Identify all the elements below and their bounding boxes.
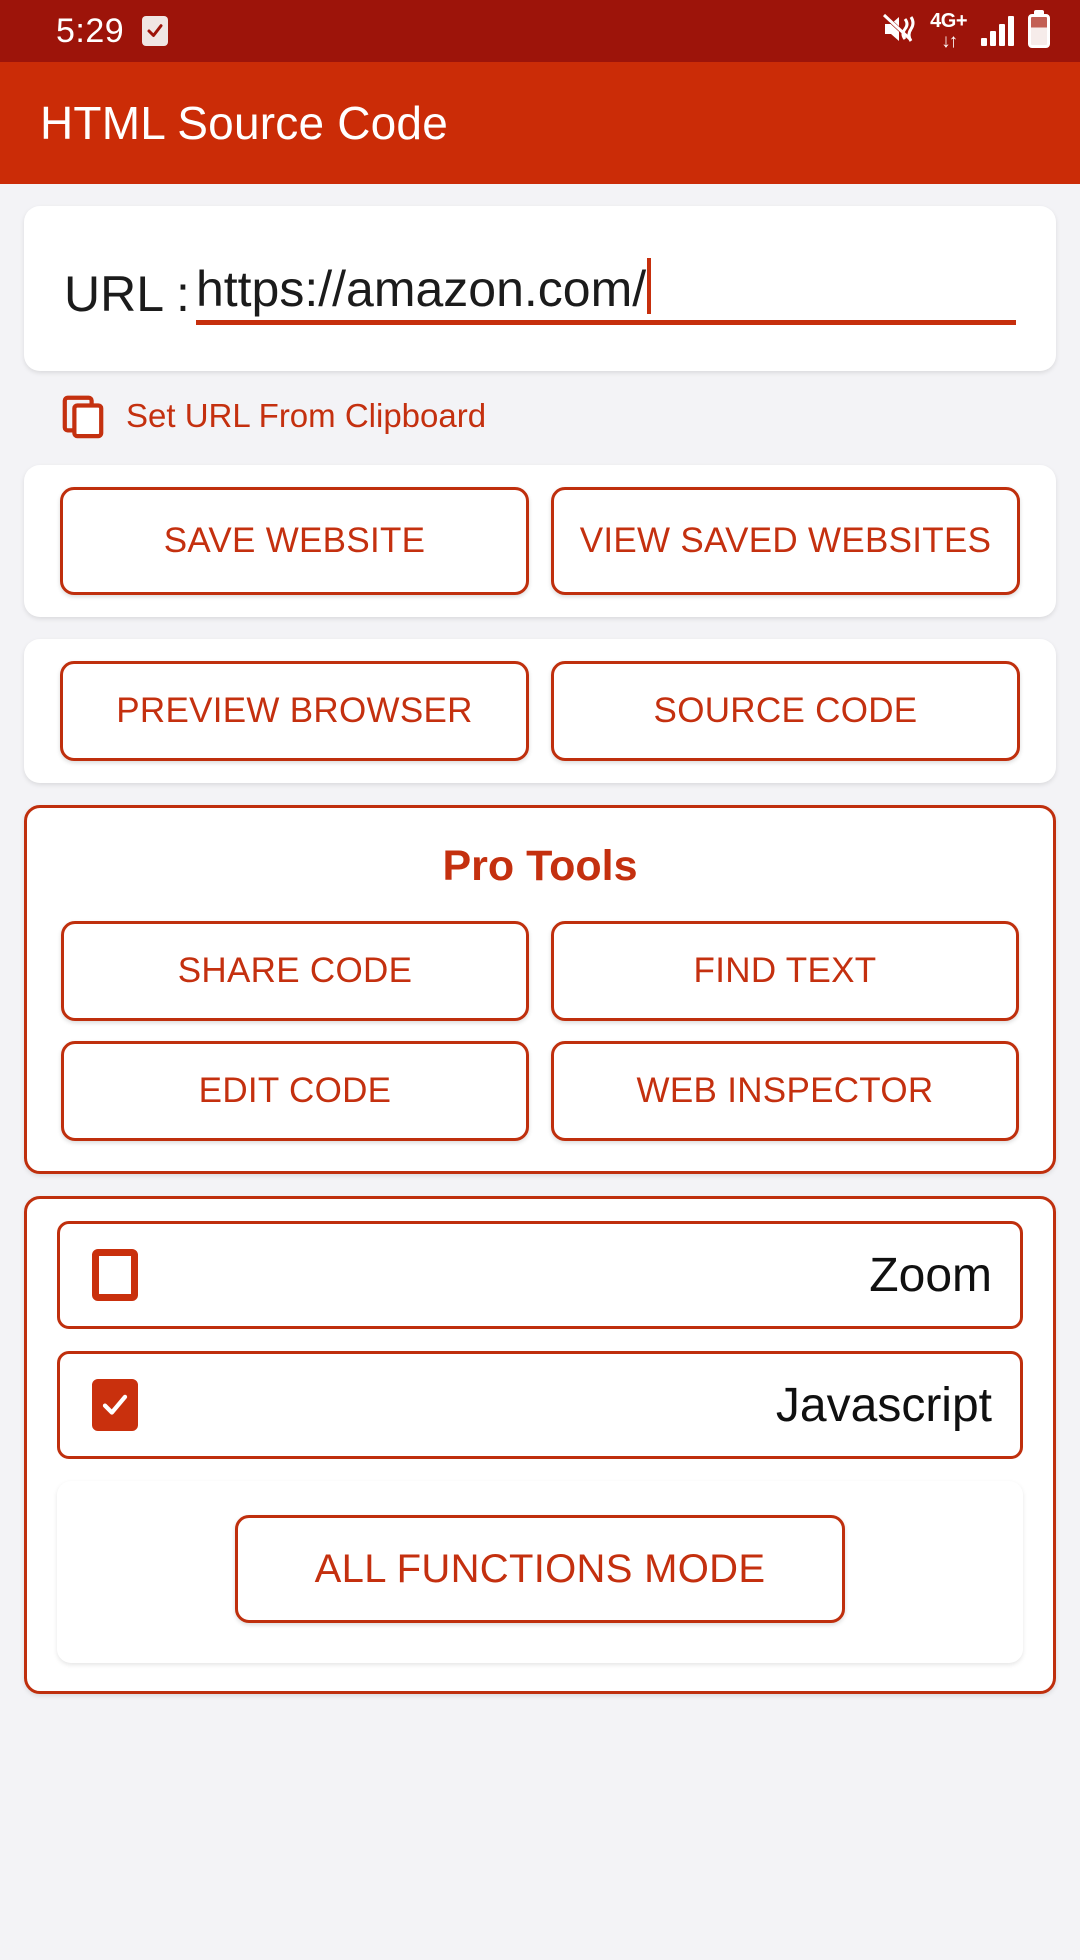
zoom-checkbox-label: Zoom: [869, 1248, 992, 1302]
primary-actions-row: SAVE WEBSITE VIEW SAVED WEBSITES: [60, 487, 1020, 595]
find-text-button[interactable]: FIND TEXT: [551, 921, 1019, 1021]
status-bar: 5:29 4G+ ↓↑: [0, 0, 1080, 62]
javascript-checkbox[interactable]: [92, 1379, 138, 1431]
vibrate-mute-icon: [882, 13, 916, 50]
all-functions-mode-wrap: ALL FUNCTIONS MODE: [57, 1481, 1023, 1663]
status-bar-right: 4G+ ↓↑: [882, 11, 1050, 51]
edit-code-button[interactable]: EDIT CODE: [61, 1041, 529, 1141]
secondary-actions-row: PREVIEW BROWSER SOURCE CODE: [60, 661, 1020, 761]
save-website-button[interactable]: SAVE WEBSITE: [60, 487, 529, 595]
checkbox-tasks-icon: [142, 16, 169, 46]
pro-tools-row-2: EDIT CODE WEB INSPECTOR: [61, 1041, 1019, 1141]
network-type-indicator: 4G+ ↓↑: [930, 11, 967, 51]
set-url-from-clipboard-button[interactable]: Set URL From Clipboard: [60, 393, 1056, 439]
pro-tools-grid: SHARE CODE FIND TEXT EDIT CODE WEB INSPE…: [61, 921, 1019, 1141]
javascript-checkbox-label: Javascript: [775, 1378, 992, 1432]
url-input-value: https://amazon.com/: [195, 261, 647, 317]
network-type-label: 4G+: [930, 10, 967, 32]
url-label: URL :: [64, 266, 190, 322]
set-url-from-clipboard-label: Set URL From Clipboard: [126, 397, 487, 434]
pro-tools-row-1: SHARE CODE FIND TEXT: [61, 921, 1019, 1021]
source-code-button[interactable]: SOURCE CODE: [551, 661, 1020, 761]
url-input[interactable]: https://amazon.com/: [195, 250, 1016, 325]
battery-icon: [1028, 14, 1050, 48]
app-bar: HTML Source Code: [0, 62, 1080, 184]
all-functions-mode-button[interactable]: ALL FUNCTIONS MODE: [235, 1515, 845, 1623]
copy-clipboard-icon: [60, 393, 106, 439]
status-time: 5:29: [56, 11, 125, 50]
pro-tools-title: Pro Tools: [442, 842, 638, 890]
view-saved-websites-button[interactable]: VIEW SAVED WEBSITES: [551, 487, 1020, 595]
url-row: URL : https://amazon.com/: [64, 250, 1016, 325]
secondary-actions-card: PREVIEW BROWSER SOURCE CODE: [24, 639, 1056, 783]
network-arrows-icon: ↓↑: [941, 31, 958, 52]
page-title: HTML Source Code: [40, 97, 448, 149]
share-code-button[interactable]: SHARE CODE: [61, 921, 529, 1021]
url-card: URL : https://amazon.com/: [24, 206, 1056, 371]
main-content: URL : https://amazon.com/ Set URL From C…: [0, 184, 1080, 1694]
web-inspector-button[interactable]: WEB INSPECTOR: [551, 1041, 1019, 1141]
options-card: Zoom Javascript ALL FUNCTIONS MODE: [24, 1196, 1056, 1694]
zoom-checkbox[interactable]: [92, 1249, 138, 1301]
pro-tools-card: Pro Tools SHARE CODE FIND TEXT EDIT CODE…: [24, 805, 1056, 1174]
zoom-checkbox-row[interactable]: Zoom: [57, 1221, 1023, 1329]
preview-browser-button[interactable]: PREVIEW BROWSER: [60, 661, 529, 761]
primary-actions-card: SAVE WEBSITE VIEW SAVED WEBSITES: [24, 465, 1056, 617]
signal-bars-icon: [981, 16, 1014, 46]
javascript-checkbox-row[interactable]: Javascript: [57, 1351, 1023, 1459]
status-bar-left: 5:29: [56, 11, 169, 51]
text-caret: [647, 258, 652, 314]
